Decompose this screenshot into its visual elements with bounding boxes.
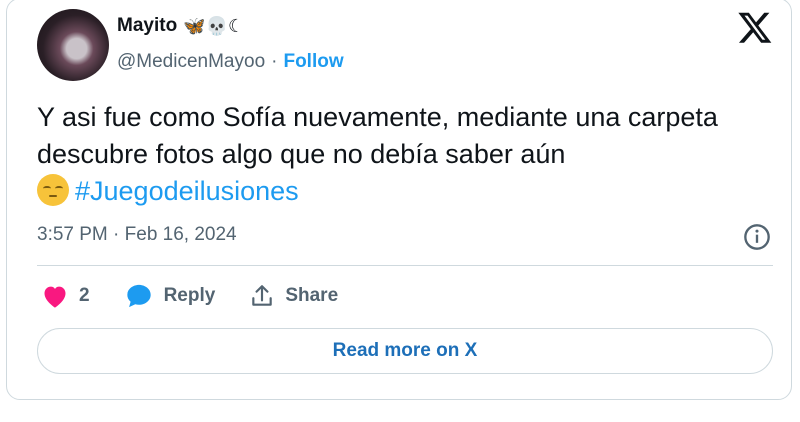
tweet-timestamp[interactable]: 3:57 PM · Feb 16, 2024 — [37, 224, 237, 246]
hashtag-link[interactable]: #Juegodeilusiones — [75, 176, 299, 206]
author-name-row: Mayito 🦋💀☾ — [117, 15, 244, 37]
author-name-emojis: 🦋💀☾ — [183, 16, 245, 36]
info-icon[interactable] — [743, 223, 771, 251]
share-label: Share — [285, 285, 339, 306]
follow-button[interactable]: Follow — [283, 51, 343, 73]
heart-icon — [44, 286, 66, 308]
share-button[interactable]: Share — [249, 283, 338, 309]
tweet-text-block: Y asi fue como Sofía nuevamente, mediant… — [37, 99, 757, 210]
author-name[interactable]: Mayito — [117, 15, 177, 37]
author-handle[interactable]: @MedicenMayoo — [117, 51, 265, 73]
x-logo-icon[interactable] — [737, 9, 773, 45]
tweet-body: Y asi fue como Sofía nuevamente, mediant… — [37, 102, 718, 169]
avatar[interactable] — [37, 9, 109, 81]
reply-button[interactable]: Reply — [124, 282, 216, 310]
reply-label: Reply — [163, 285, 216, 306]
share-icon — [252, 285, 273, 306]
separator: · — [271, 51, 278, 72]
like-button[interactable]: 2 — [41, 283, 90, 309]
tweet-card: Mayito 🦋💀☾ @MedicenMayoo · Follow Y asi … — [6, 0, 792, 400]
like-count: 2 — [79, 285, 90, 306]
reply-bubble-icon — [126, 284, 151, 308]
read-more-button[interactable]: Read more on X — [37, 328, 773, 374]
pensive-face-icon — [37, 174, 69, 206]
author-handle-row: @MedicenMayoo · Follow — [117, 51, 344, 73]
divider — [37, 265, 773, 266]
action-bar: 2 Reply Share — [41, 282, 372, 310]
